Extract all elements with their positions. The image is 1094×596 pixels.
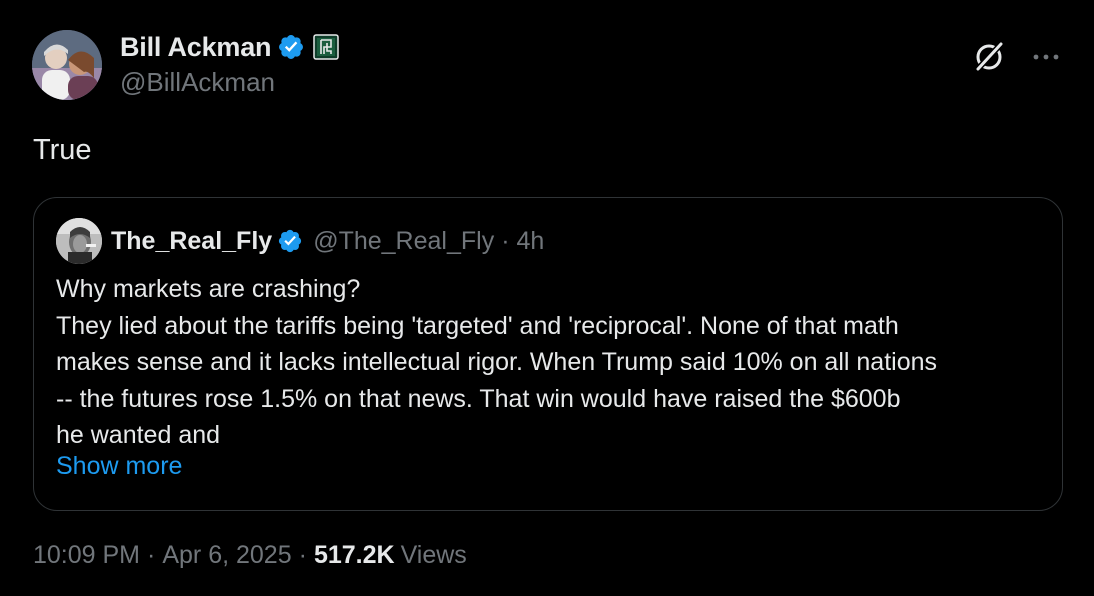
quoted-text-line: makes sense and it lacks intellectual ri…	[56, 348, 938, 376]
author-avatar[interactable]	[32, 30, 102, 100]
quoted-text: Why markets are crashing? They lied abou…	[56, 271, 1051, 454]
more-options-icon[interactable]	[1030, 50, 1062, 62]
separator-dot: ·	[298, 541, 307, 569]
tweet-text: True	[33, 134, 92, 166]
quoted-tweet-card[interactable]: The_Real_Fly @The_Real_Fly · 4h Why mark…	[33, 197, 1063, 511]
separator-dot: ·	[147, 541, 156, 569]
quoted-text-line: he wanted and	[56, 421, 221, 449]
post-time[interactable]: 10:09 PM	[33, 541, 140, 570]
separator-dot: ·	[501, 226, 510, 255]
quoted-text-line: Why markets are crashing?	[56, 275, 361, 303]
quoted-header: The_Real_Fly @The_Real_Fly · 4h	[111, 223, 544, 259]
quoted-timestamp[interactable]: 4h	[517, 227, 545, 256]
show-more-link[interactable]: Show more	[56, 452, 182, 481]
post-date[interactable]: Apr 6, 2025	[162, 541, 291, 570]
views-label: Views	[400, 541, 467, 569]
verified-badge-icon[interactable]	[277, 228, 303, 254]
quoted-handle[interactable]: @The_Real_Fly	[313, 227, 494, 256]
author-display-name[interactable]: Bill Ackman	[120, 32, 272, 63]
quoted-text-line: They lied about the tariffs being 'targe…	[56, 311, 899, 340]
tweet-meta: 10:09 PM · Apr 6, 2025 · 517.2K Views	[33, 541, 467, 570]
views-count: 517.2K	[313, 541, 395, 569]
author-handle[interactable]: @BillAckman	[120, 67, 275, 98]
affiliate-badge-icon[interactable]	[313, 34, 340, 60]
quoted-author-avatar[interactable]	[56, 218, 102, 264]
quoted-text-line: -- the futures rose 1.5% on that news. T…	[56, 384, 901, 413]
author-name-row: Bill Ackman	[120, 30, 340, 64]
grok-icon[interactable]	[970, 38, 1008, 76]
verified-badge-icon[interactable]	[277, 33, 305, 61]
quoted-display-name[interactable]: The_Real_Fly	[111, 227, 272, 256]
tweet: Bill Ackman @BillAckman True The_Real_Fl…	[0, 0, 1094, 596]
